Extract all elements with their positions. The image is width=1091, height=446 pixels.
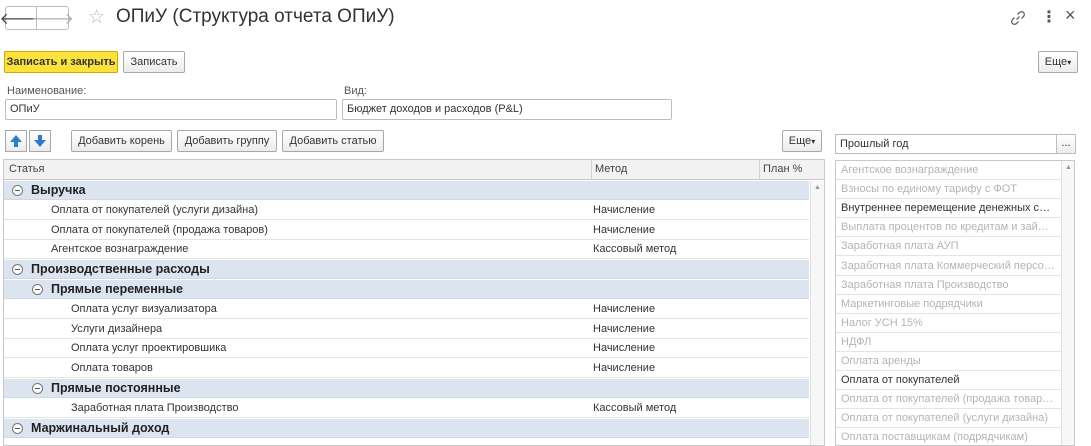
row-article-name: Прямые переменные [51, 282, 183, 296]
table-row[interactable]: Оплата услуг проектировшика Начисление [4, 339, 809, 359]
kind-field[interactable]: Бюджет доходов и расходов (P&L) [342, 99, 672, 120]
save-button[interactable]: Записать [123, 51, 185, 73]
window-titlebar: 🡐 🡒 ☆ ОПиУ (Структура отчета ОПиУ) ⋮ × [0, 0, 1091, 38]
arrow-down-icon [34, 135, 46, 147]
arrow-up-icon [10, 135, 22, 147]
table-row[interactable]: Услуги дизайнера Начисление [4, 320, 809, 339]
table-group-row[interactable]: Прямые постоянные [4, 379, 809, 398]
table-row[interactable]: Агентское вознаграждение Кассовый метод [4, 240, 809, 260]
add-item-button[interactable]: Добавить статью [282, 130, 384, 152]
more-label: Еще [1044, 56, 1068, 68]
period-field[interactable]: Прошлый год [835, 134, 1056, 154]
row-article-name: Оплата от покупателей (продажа товаров) [51, 223, 268, 236]
column-header-article[interactable]: Статья [9, 163, 44, 175]
scroll-up-icon[interactable]: ▲ [1065, 164, 1072, 171]
arrow-right-icon: 🡒 [31, 10, 74, 28]
row-article-name: Заработная плата Производство [71, 401, 239, 414]
articles-list-item[interactable]: Оплата от покупателей [836, 371, 1061, 391]
table-row[interactable]: Оплата услуг визуализатора Начисление [4, 300, 809, 319]
move-up-button[interactable] [5, 130, 27, 152]
row-article-name: Производственные расходы [31, 262, 210, 277]
row-article-name: Услуги дизайнера [71, 322, 163, 335]
row-article-name: Оплата товаров [71, 362, 153, 375]
table-scrollbar[interactable]: ▲ [810, 181, 824, 445]
articles-list-item[interactable]: Внутреннее перемещение денежных сре... [836, 199, 1061, 219]
row-article-name: Агентское вознаграждение [51, 243, 189, 256]
articles-list-item[interactable]: Маркетинговые подрядчики [836, 295, 1061, 314]
articles-list-item[interactable]: Оплата аренды [836, 352, 1061, 371]
collapse-icon[interactable] [32, 383, 43, 394]
articles-list-scrollbar[interactable]: ▲ [1061, 161, 1074, 445]
column-separator [591, 160, 592, 180]
row-method: Начисление [593, 322, 656, 335]
name-field[interactable]: ОПиУ [5, 99, 337, 120]
articles-list-item[interactable]: Агентское вознаграждение [836, 161, 1061, 180]
row-method: Начисление [593, 223, 656, 236]
collapse-icon[interactable] [32, 284, 43, 295]
articles-list-item[interactable]: Заработная плата Производство [836, 276, 1061, 295]
table-row[interactable]: Оплата от покупателей (услуги дизайна) На… [4, 201, 809, 220]
row-article-name: Оплата услуг проектировшика [71, 342, 227, 355]
link-icon[interactable] [1009, 9, 1027, 27]
articles-list-item[interactable]: Взносы по единому тарифу с ФОТ [836, 180, 1061, 200]
more-actions-icon[interactable]: ⋮ [1041, 7, 1057, 27]
column-header-method[interactable]: Метод [595, 163, 627, 175]
table-group-row[interactable]: Маржинальный доход [4, 418, 809, 438]
kind-label: Вид: [344, 85, 367, 97]
row-method: Кассовый метод [593, 243, 677, 256]
table-group-row[interactable]: Прямые переменные [4, 280, 809, 299]
forward-button[interactable]: 🡒 [31, 6, 74, 30]
period-select-button[interactable]: ... [1056, 134, 1076, 154]
table-group-row[interactable]: Производственные расходы [4, 260, 809, 280]
row-article-name: Оплата услуг визуализатора [71, 302, 217, 315]
table-group-row[interactable]: Выручка [4, 181, 809, 200]
articles-list-item[interactable]: Выплата процентов по кредитам и займам [836, 218, 1061, 238]
add-group-button[interactable]: Добавить группу [177, 130, 277, 152]
table-header: Статья Метод План % [4, 160, 824, 180]
articles-list-item[interactable]: Оплата поставщикам (подрядчикам) [836, 428, 1061, 445]
row-article-name: Оплата от покупателей (услуги дизайна) [51, 203, 259, 216]
close-icon[interactable]: × [1065, 5, 1076, 26]
scroll-up-icon[interactable]: ▲ [814, 184, 821, 191]
articles-list: Агентское вознаграждение Взносы по едином… [835, 160, 1075, 446]
report-structure-table: Статья Метод План % Выручка Оплата от пок… [3, 159, 825, 446]
table-row[interactable]: Оплата товаров Начисление [4, 359, 809, 379]
page-title: ОПиУ (Структура отчета ОПиУ) [116, 6, 395, 27]
column-header-plan[interactable]: План % [763, 163, 802, 175]
row-method: Начисление [593, 203, 656, 216]
row-method: Начисление [593, 362, 656, 375]
more-button[interactable]: Еще [1038, 51, 1078, 73]
articles-list-item[interactable]: Заработная плата Коммерческий персон... [836, 257, 1061, 276]
articles-list-item[interactable]: Налог УСН 15% [836, 314, 1061, 333]
row-article-name: Прямые постоянные [51, 381, 181, 395]
articles-list-item[interactable]: НДФЛ [836, 333, 1061, 352]
articles-list-item[interactable]: Оплата от покупателей (продажа товаров) [836, 390, 1061, 410]
row-article-name: Маржинальный доход [31, 420, 170, 435]
table-row[interactable]: Заработная плата Производство Кассовый ме… [4, 399, 809, 418]
row-article-name: Выручка [31, 183, 86, 197]
column-separator [759, 160, 760, 180]
articles-list-item[interactable]: Заработная плата АУП [836, 237, 1061, 257]
collapse-icon[interactable] [12, 185, 23, 196]
row-method: Кассовый метод [593, 401, 677, 414]
move-down-button[interactable] [29, 130, 51, 152]
table-more-label: Еще [788, 135, 812, 147]
collapse-icon[interactable] [12, 422, 23, 434]
table-row[interactable]: Оплата от покупателей (продажа товаров) Н… [4, 221, 809, 240]
row-method: Начисление [593, 302, 656, 315]
articles-list-item[interactable]: Оплата от покупателей (услуги дизайна) [836, 409, 1061, 429]
collapse-icon[interactable] [12, 264, 23, 276]
row-method: Начисление [593, 342, 656, 355]
table-more-button[interactable]: Еще [782, 130, 822, 152]
save-and-close-button[interactable]: Записать и закрыть [4, 51, 118, 73]
favorite-star-icon[interactable]: ☆ [88, 6, 105, 29]
name-label: Наименование: [7, 85, 87, 97]
add-root-button[interactable]: Добавить корень [71, 130, 172, 152]
